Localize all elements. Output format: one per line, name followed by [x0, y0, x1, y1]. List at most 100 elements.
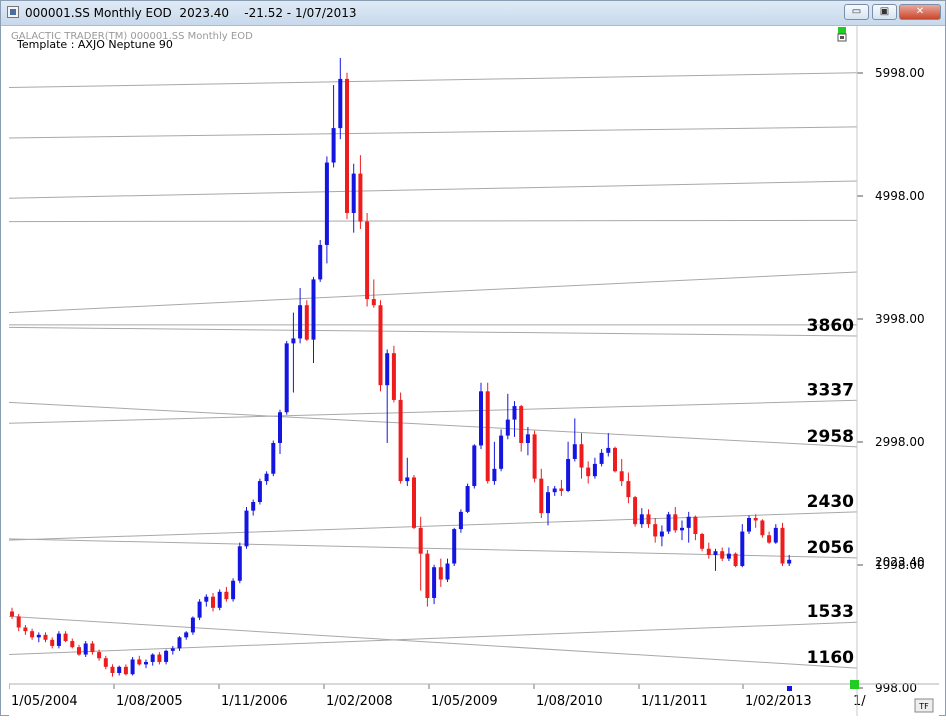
candle-body: [271, 442, 276, 474]
y-tick-label: 3998.00: [875, 312, 925, 326]
candle-body: [150, 654, 155, 662]
candle-body: [499, 435, 504, 469]
expand-toggle-glyph: [840, 36, 844, 39]
candle-body: [211, 596, 215, 608]
candle-body: [358, 173, 363, 222]
candle-body: [23, 627, 28, 632]
candle-body: [613, 447, 617, 472]
candle-body: [331, 128, 336, 163]
line-level-label: 1160: [807, 648, 854, 668]
candle-body: [338, 78, 343, 129]
candle-body: [30, 631, 35, 638]
line-level-label: 3860: [807, 316, 854, 336]
candle-body: [304, 305, 309, 340]
candle-body: [63, 633, 68, 642]
candle-body: [130, 659, 135, 675]
template-label: Template : AXJO Neptune 90: [16, 38, 173, 51]
x-tick-label: 1/05/2009: [431, 694, 498, 709]
candle-body: [633, 497, 638, 525]
indicator-square-top: [838, 27, 846, 34]
chart-area[interactable]: 3860 3337 2958 2430 2056 1533 1160 998.00 1998.…: [8, 26, 939, 716]
candle-body: [586, 467, 591, 477]
candle-body: [170, 648, 175, 651]
candle-body: [50, 639, 55, 646]
candle-body: [686, 516, 691, 528]
x-tick-label: 1/02/2013: [745, 694, 812, 709]
candle-body: [425, 553, 430, 598]
candle-body: [318, 244, 323, 280]
candle-body: [626, 481, 631, 498]
candle-body: [412, 477, 416, 528]
candle-body: [291, 338, 296, 344]
candle-body: [204, 596, 209, 602]
candle-body: [197, 601, 202, 618]
line-level-label: 3337: [807, 380, 854, 400]
candle-body: [36, 634, 41, 638]
current-price-label: 2023.40: [875, 555, 925, 569]
x-tick-label: 1/05/2004: [11, 694, 78, 709]
candle-body: [740, 531, 745, 566]
candle-body: [653, 524, 658, 537]
candle-body: [164, 650, 169, 662]
chart-background: [9, 26, 939, 716]
candle-body: [546, 492, 550, 514]
candle-body: [720, 551, 725, 559]
line-level-label: 2056: [807, 538, 854, 558]
candle-body: [519, 406, 524, 443]
candle-body: [505, 419, 510, 436]
candle-body: [365, 221, 370, 300]
candle-body: [123, 666, 128, 675]
maximize-button[interactable]: ▣: [872, 4, 897, 20]
candle-body: [224, 591, 229, 600]
candle-body: [244, 510, 249, 547]
candle-body: [760, 520, 765, 536]
candle-body: [566, 458, 571, 491]
y-tick-label: 998.00: [875, 681, 917, 695]
x-tick-label: 1/11/2006: [221, 694, 288, 709]
title-bar[interactable]: 000001.SS Monthly EOD 2023.40 -21.52 - 1…: [1, 1, 945, 26]
x-tick-label: 1/08/2005: [116, 694, 183, 709]
candle-body: [525, 434, 530, 443]
candle-body: [405, 477, 410, 482]
candle-body: [539, 478, 544, 514]
candle-body: [619, 471, 624, 482]
app-icon[interactable]: [7, 6, 19, 18]
candle-body: [458, 511, 463, 530]
candle-body: [579, 444, 584, 468]
candle-body: [753, 518, 758, 521]
candle-body: [83, 643, 88, 655]
candle-body: [177, 637, 182, 649]
candle-body: [492, 468, 497, 482]
line-level-label: 2430: [807, 492, 854, 512]
candle-body: [747, 518, 751, 532]
candle-body: [673, 514, 678, 531]
candle-body: [157, 654, 162, 662]
candle-body: [693, 516, 698, 535]
x-tick-label: 1/: [853, 694, 866, 709]
x-tick-label: 1/11/2011: [641, 694, 708, 709]
minimize-button[interactable]: ▭: [844, 4, 869, 20]
price-chart[interactable]: 3860333729582430205615331160 998.001998.…: [8, 26, 939, 716]
candle-body: [773, 527, 778, 543]
candle-body: [43, 634, 48, 640]
candle-body: [378, 305, 383, 386]
tf-button-label: TF: [918, 702, 929, 711]
candle-body: [606, 447, 611, 453]
candle-body: [485, 391, 490, 482]
x-tick-label: 1/02/2008: [326, 694, 393, 709]
candle-body: [311, 279, 316, 340]
candle-body: [438, 567, 443, 580]
candle-body: [257, 481, 262, 503]
candle-body: [465, 486, 470, 512]
candle-body: [278, 412, 282, 443]
close-button[interactable]: ✕: [899, 4, 941, 20]
candle-body: [284, 343, 289, 413]
candle-body: [70, 641, 75, 648]
candle-body: [646, 514, 651, 525]
candle-body: [599, 452, 604, 464]
candle-body: [572, 444, 577, 459]
candle-body: [103, 658, 108, 667]
candle-body: [264, 473, 269, 482]
app-window: 000001.SS Monthly EOD 2023.40 -21.52 - 1…: [0, 0, 946, 716]
candle-body: [117, 666, 122, 673]
